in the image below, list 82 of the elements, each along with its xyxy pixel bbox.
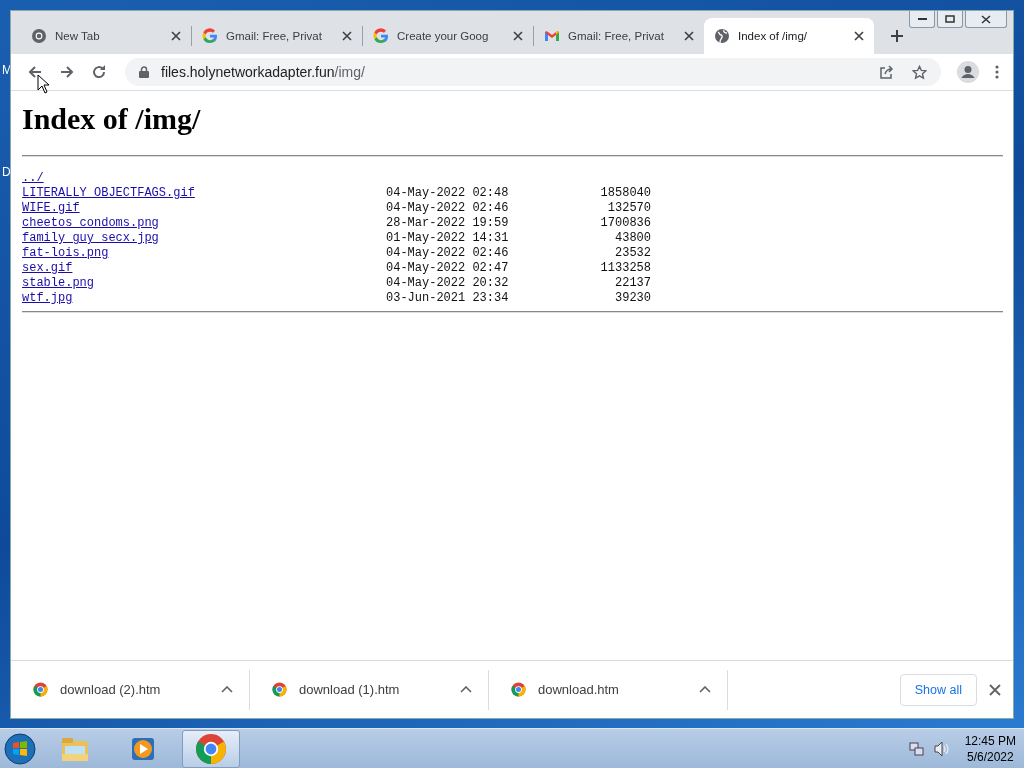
- parent-directory-link[interactable]: ../: [22, 171, 44, 186]
- profile-icon[interactable]: [957, 61, 979, 83]
- network-icon[interactable]: [908, 741, 924, 756]
- file-size: 1858040: [599, 186, 651, 201]
- start-button[interactable]: [4, 732, 36, 765]
- menu-icon[interactable]: [995, 65, 999, 79]
- show-all-button[interactable]: Show all: [899, 673, 977, 706]
- file-size: 39230: [614, 291, 651, 306]
- tab-title: Index of /img/: [738, 30, 808, 42]
- browser-tab[interactable]: Gmail: Free, Privat: [534, 18, 704, 54]
- desktop-icon-label[interactable]: D: [2, 165, 10, 179]
- file-size: 22137: [614, 276, 651, 291]
- forward-icon[interactable]: [59, 64, 75, 80]
- caret-icon[interactable]: [699, 686, 711, 693]
- file-link[interactable]: family_guy_secx.jpg: [22, 231, 159, 245]
- new-tab-icon[interactable]: [890, 29, 904, 43]
- gmail-icon: [544, 28, 560, 44]
- close-icon[interactable]: [342, 31, 352, 41]
- file-link[interactable]: sex.gif: [22, 261, 73, 275]
- volume-icon[interactable]: [933, 740, 949, 757]
- download-item[interactable]: download.htm: [489, 669, 728, 710]
- modified-date: 04-May-2022 20:32: [386, 276, 508, 291]
- modified-date: 03-Jun-2021 23:34: [386, 291, 508, 306]
- close-icon[interactable]: [171, 31, 181, 41]
- file-link[interactable]: cheetos_condoms.png: [22, 216, 159, 230]
- tab-title: Gmail: Free, Privat: [568, 30, 664, 42]
- close-icon[interactable]: [854, 31, 864, 41]
- file-size: 1133258: [599, 261, 651, 276]
- modified-date: 04-May-2022 02:47: [386, 261, 508, 276]
- caret-icon[interactable]: [460, 686, 472, 693]
- file-link[interactable]: fat-lois.png: [22, 246, 109, 260]
- modified-date: 04-May-2022 02:46: [386, 246, 508, 261]
- maximize-icon: [945, 15, 955, 23]
- file-link[interactable]: wtf.jpg: [22, 291, 73, 305]
- close-button[interactable]: [965, 11, 1007, 28]
- caret-icon[interactable]: [221, 686, 233, 693]
- google-icon: [373, 28, 389, 44]
- clock-time[interactable]: 12:45 PM: [964, 732, 1016, 749]
- close-icon[interactable]: [684, 31, 694, 41]
- file-size: 43800: [614, 231, 651, 246]
- close-icon[interactable]: [513, 31, 523, 41]
- browser-tab[interactable]: Gmail: Free, Privat: [192, 18, 362, 54]
- download-item[interactable]: download (2).htm: [11, 669, 250, 710]
- modified-date: 04-May-2022 02:48: [386, 186, 508, 201]
- globe-icon: [714, 28, 730, 44]
- chrome-icon: [511, 682, 526, 697]
- chrome-icon: [33, 682, 48, 697]
- share-icon[interactable]: [879, 65, 894, 79]
- url-text: files.holynetworkadapter.fun/img/: [161, 64, 365, 80]
- clock-date[interactable]: 5/6/2022: [966, 748, 1014, 765]
- maximize-button[interactable]: [937, 11, 963, 28]
- back-icon[interactable]: [27, 64, 43, 80]
- file-link[interactable]: WIFE.gif: [22, 201, 80, 215]
- chrome-icon: [31, 28, 47, 44]
- google-icon: [202, 28, 218, 44]
- close-icon: [981, 14, 991, 24]
- lock-icon: [139, 66, 149, 78]
- browser-tab[interactable]: Index of /img/: [704, 18, 874, 54]
- tab-title: Gmail: Free, Privat: [226, 30, 322, 42]
- modified-date: 01-May-2022 14:31: [386, 231, 508, 246]
- address-bar[interactable]: files.holynetworkadapter.fun/img/: [125, 58, 941, 86]
- chrome-icon: [195, 732, 227, 765]
- file-link[interactable]: stable.png: [22, 276, 94, 290]
- file-size: 132570: [606, 201, 651, 216]
- minimize-button[interactable]: [909, 11, 935, 28]
- taskbar-button[interactable]: [182, 729, 240, 768]
- modified-date: 04-May-2022 02:46: [386, 201, 508, 216]
- browser-tab[interactable]: New Tab: [21, 18, 191, 54]
- reload-icon[interactable]: [91, 64, 107, 80]
- file-size: 23532: [614, 246, 651, 261]
- star-icon[interactable]: [912, 64, 927, 80]
- tab-title: New Tab: [55, 30, 100, 42]
- tab-title: Create your Goog: [397, 30, 489, 42]
- file-size: 1700836: [599, 216, 651, 231]
- page-heading: Index of /img/: [22, 103, 202, 135]
- modified-date: 28-Mar-2022 19:59: [386, 216, 508, 231]
- close-icon[interactable]: [989, 683, 1001, 696]
- minimize-icon: [917, 17, 927, 21]
- file-link[interactable]: LITERALLY_OBJECTFAGS.gif: [22, 186, 195, 200]
- chrome-icon: [272, 682, 287, 697]
- download-item[interactable]: download (1).htm: [250, 669, 489, 710]
- browser-tab[interactable]: Create your Goog: [363, 18, 533, 54]
